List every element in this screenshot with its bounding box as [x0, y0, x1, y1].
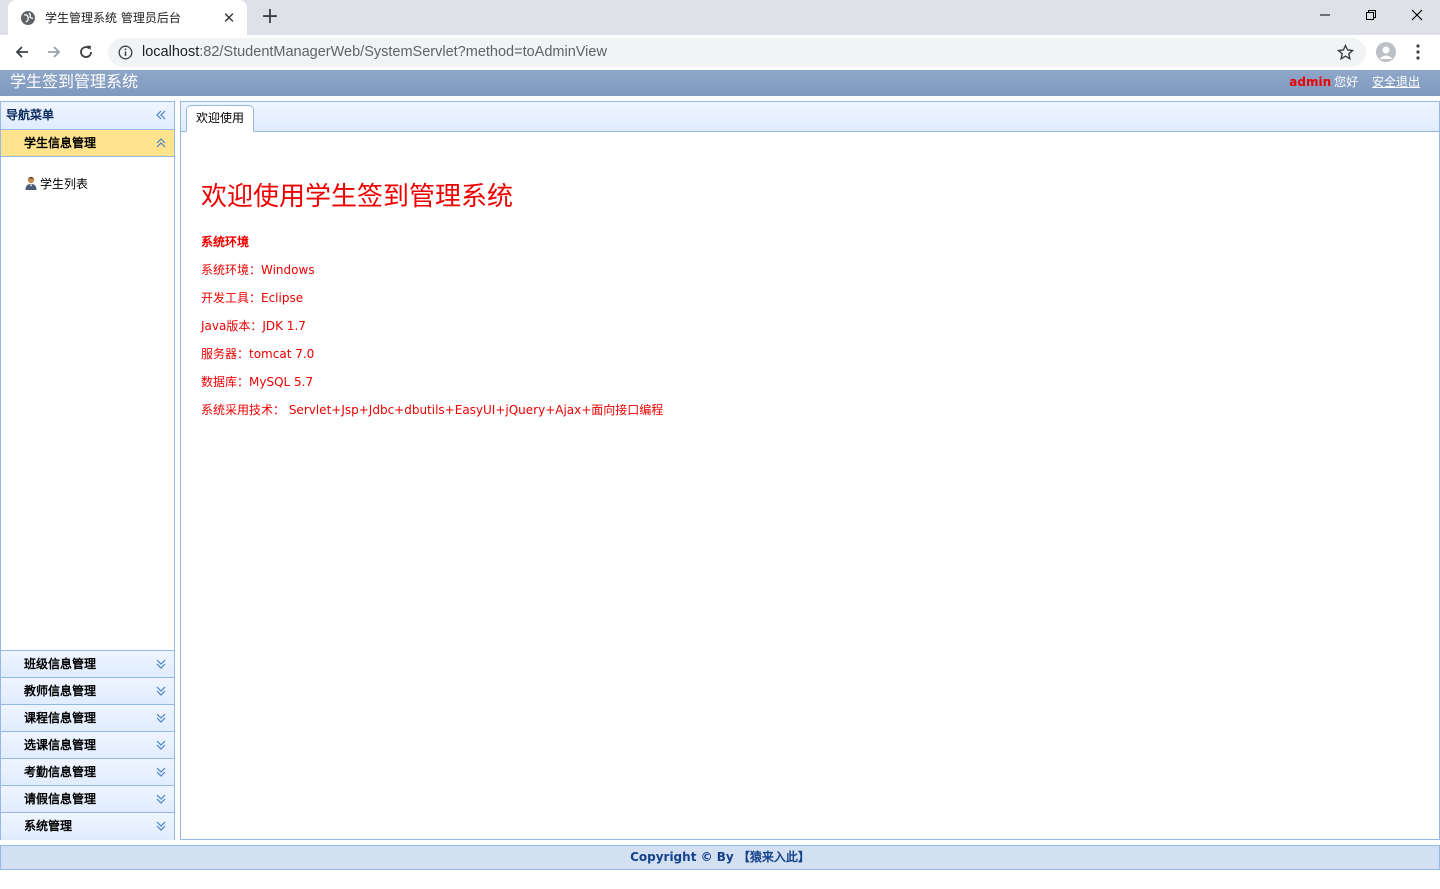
browser-toolbar: localhost:82/StudentManagerWeb/SystemSer… [0, 35, 1440, 70]
url-path: :82/StudentManagerWeb/SystemServlet?meth… [199, 44, 607, 60]
restore-button[interactable] [1348, 0, 1394, 30]
accordion-attendance-info[interactable]: 考勤信息管理 [1, 759, 174, 786]
more-menu-icon[interactable] [1408, 41, 1428, 63]
nav-sidebar: 导航菜单 学生信息管理 学生列表 班级信息管理 教师信息管理 课程信息管理 选课… [0, 101, 175, 840]
chevron-down-icon[interactable] [155, 793, 167, 805]
env-line-server: 服务器：tomcat 7.0 [201, 347, 315, 361]
chevron-up-icon[interactable] [155, 137, 167, 149]
accordion-selection-info[interactable]: 选课信息管理 [1, 732, 174, 759]
minimize-button[interactable] [1302, 0, 1348, 30]
accordion-course-info[interactable]: 课程信息管理 [1, 705, 174, 732]
globe-icon [21, 10, 35, 25]
accordion-teacher-info[interactable]: 教师信息管理 [1, 678, 174, 705]
greeting-text: 您好 [1334, 75, 1359, 89]
close-icon [1411, 9, 1423, 21]
info-icon[interactable] [118, 45, 133, 60]
user-icon [25, 176, 37, 190]
env-line-os: 系统环境：Windows [201, 263, 315, 277]
accordion-system-admin[interactable]: 系统管理 [1, 813, 174, 840]
tab-welcome[interactable]: 欢迎使用 [186, 105, 255, 132]
current-user: admin [1289, 75, 1332, 89]
accordion-leave-info[interactable]: 请假信息管理 [1, 786, 174, 813]
close-window-button[interactable] [1394, 0, 1440, 30]
logout-link[interactable]: 安全退出 [1372, 75, 1420, 89]
close-tab-icon[interactable]: ✕ [221, 10, 237, 26]
minimize-icon [1320, 14, 1330, 16]
accordion-title: 选课信息管理 [24, 738, 97, 752]
accordion-class-info[interactable]: 班级信息管理 [1, 651, 174, 678]
reload-button[interactable] [72, 38, 100, 66]
footer-copyright: Copyright © By 【猿来入此】 [0, 845, 1440, 870]
nav-item-label: 学生列表 [40, 176, 89, 191]
accordion-title: 请假信息管理 [24, 792, 97, 806]
forward-arrow-icon [48, 46, 61, 58]
main-panel: 欢迎使用 欢迎使用学生签到管理系统 系统环境 系统环境：Windows 开发工具… [180, 101, 1440, 840]
sidebar-header: 导航菜单 [1, 102, 174, 130]
accordion-title: 教师信息管理 [24, 684, 97, 698]
browser-tab-title: 学生管理系统 管理员后台 [45, 11, 181, 25]
accordion-title: 考勤信息管理 [24, 765, 97, 779]
bookmark-star-icon[interactable] [1337, 44, 1354, 61]
back-button[interactable] [8, 38, 36, 66]
collapse-sidebar-icon[interactable] [155, 109, 167, 121]
reload-icon [80, 45, 92, 58]
accordion-title: 班级信息管理 [24, 657, 97, 671]
chevron-down-icon[interactable] [155, 820, 167, 832]
env-line-java: Java版本：JDK 1.7 [201, 319, 306, 333]
new-tab-button[interactable]: + [258, 6, 282, 30]
url-text: localhost:82/StudentManagerWeb/SystemSer… [142, 38, 607, 67]
nav-item-student-list[interactable]: 学生列表 [23, 174, 88, 192]
browser-tab[interactable]: 学生管理系统 管理员后台 ✕ [8, 0, 247, 35]
profile-avatar-icon[interactable] [1376, 42, 1396, 62]
app-title: 学生签到管理系统 [10, 72, 139, 91]
accordion-title: 系统管理 [24, 819, 73, 833]
env-section-title: 系统环境 [201, 235, 250, 249]
chevron-down-icon[interactable] [155, 685, 167, 697]
forward-button[interactable] [40, 38, 68, 66]
header-user-area: admin 您好 安全退出 [1289, 70, 1420, 94]
back-arrow-icon [15, 46, 28, 58]
accordion-title: 学生信息管理 [24, 136, 97, 150]
env-line-tech: 系统采用技术： Servlet+Jsp+Jdbc+dbutils+EasyUI+… [201, 403, 664, 417]
content-tabs-bar: 欢迎使用 [181, 102, 1439, 132]
chevron-down-icon[interactable] [155, 658, 167, 670]
chevron-down-icon[interactable] [155, 739, 167, 751]
sidebar-title: 导航菜单 [6, 108, 55, 122]
chevron-down-icon[interactable] [155, 766, 167, 778]
env-line-ide: 开发工具：Eclipse [201, 291, 304, 305]
address-bar[interactable]: localhost:82/StudentManagerWeb/SystemSer… [108, 38, 1366, 67]
restore-icon [1366, 10, 1376, 20]
browser-tabstrip: 学生管理系统 管理员后台 ✕ + [0, 0, 1440, 35]
app-header: 学生签到管理系统 admin 您好 安全退出 [0, 70, 1440, 96]
env-line-database: 数据库：MySQL 5.7 [201, 375, 314, 389]
url-host: localhost [142, 44, 200, 60]
chevron-down-icon[interactable] [155, 712, 167, 724]
accordion-body-student-info: 学生列表 [1, 157, 174, 651]
welcome-heading: 欢迎使用学生签到管理系统 [201, 182, 514, 212]
accordion-student-info[interactable]: 学生信息管理 [1, 130, 174, 157]
accordion-title: 课程信息管理 [24, 711, 97, 725]
